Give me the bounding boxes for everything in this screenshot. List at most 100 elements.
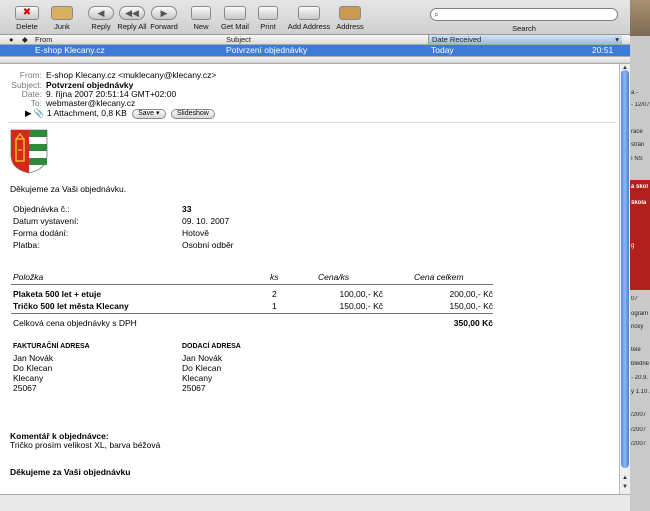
table-header-qty: ks (270, 272, 279, 282)
bg-text-16: /2007 (631, 412, 647, 418)
read-status-column-icon[interactable]: ● (9, 35, 14, 44)
message-row-selected[interactable]: E-shop Klecany.cz Potvrzení objednávky T… (0, 45, 630, 56)
bg-text-3: race (631, 129, 643, 135)
row-2-unit: 150,00,- Kč (339, 301, 383, 311)
message-scrollbar[interactable]: ▲ ▲ ▼ (619, 64, 630, 494)
new-button[interactable]: New (189, 6, 213, 31)
message-pane: From: E-shop Klecany.cz <muklecany@kleca… (0, 65, 619, 494)
reply-all-button[interactable]: ◀◀ Reply All (116, 6, 148, 31)
toolbar: ✖ Delete Junk ◀ Reply ◀◀ Reply All ▶ For… (0, 0, 630, 35)
delete-button[interactable]: ✖ Delete (8, 6, 46, 31)
message-subject: Potvrzení objednávky (226, 45, 308, 55)
junk-button[interactable]: Junk (47, 6, 77, 31)
issue-date-value: 09. 10. 2007 (182, 216, 230, 226)
attachment-info: 1 Attachment, 0,8 KB (46, 108, 127, 118)
closing-text: Děkujeme za Vaši objednávku (10, 467, 131, 477)
window-bottom-bar (0, 494, 630, 511)
paperclip-icon: 📎 (33, 108, 45, 118)
background-red-banner (630, 180, 650, 290)
forward-button[interactable]: ▶ Forward (148, 6, 180, 31)
to-label: To: (30, 98, 42, 108)
comment-text: Tričko prosím velikost XL, barva béžová (10, 440, 161, 450)
payment-label: Platba: (13, 240, 40, 250)
forward-icon: ▶ (151, 6, 177, 20)
bg-text-1: a - (631, 90, 639, 96)
klecany-coat-of-arms-icon (10, 129, 48, 174)
to-value[interactable]: webmaster@klecany.cz (46, 98, 135, 108)
table-header-unit-price: Cena/ks (318, 272, 350, 282)
printer-icon (258, 6, 278, 20)
delivery-line-2: Do Klecan (182, 363, 222, 373)
from-value[interactable]: E-shop Klecany.cz <muklecany@klecany.cz> (46, 70, 216, 80)
bg-text-14: - 20.9. (631, 375, 649, 381)
order-number-label: Objednávka č.: (13, 204, 70, 214)
background-photo (630, 0, 650, 36)
table-header-total: Cena celkem (414, 272, 464, 282)
search-icon: ⌕ (434, 10, 439, 19)
disclosure-triangle-icon[interactable]: ▶ (25, 108, 32, 118)
bg-text-7: škola (631, 200, 647, 206)
add-address-button[interactable]: Add Address (286, 6, 332, 31)
bg-text-2: - 12/07 (631, 102, 650, 108)
column-date-label: Date Received (432, 35, 482, 44)
bg-text-10: ogram (631, 311, 649, 317)
billing-line-4: 25067 (13, 383, 37, 393)
scroll-up-icon-bottom[interactable]: ▲ (621, 474, 629, 482)
address-button[interactable]: Address (334, 6, 366, 31)
search-input[interactable]: ⌕ (430, 8, 618, 21)
order-number-value: 33 (182, 204, 192, 214)
junk-icon (51, 6, 73, 20)
issue-date-label: Datum vystavení: (13, 216, 79, 226)
slideshow-button[interactable]: Slideshow (170, 108, 215, 119)
row-1-item: Plaketa 500 let + etuje (13, 289, 102, 299)
address-book-icon (339, 6, 361, 20)
delivery-form-value: Hotově (182, 228, 209, 238)
print-button[interactable]: Print (255, 6, 281, 31)
get-mail-button[interactable]: Get Mail (218, 6, 252, 31)
row-2-total: 150,00,- Kč (449, 301, 493, 311)
save-label: Save (138, 109, 155, 117)
bg-text-6: á škol (631, 184, 649, 190)
scroll-thumb[interactable] (621, 70, 629, 468)
billing-line-1: Jan Novák (13, 353, 54, 363)
print-label: Print (260, 22, 276, 31)
sort-descending-icon: ▾ (615, 35, 619, 44)
search-label: Search (512, 24, 536, 33)
delete-label: Delete (16, 22, 38, 31)
bg-text-12: tele (631, 347, 641, 353)
payment-value: Osobní odběr (182, 240, 234, 250)
add-contact-icon (298, 6, 320, 20)
row-2-qty: 1 (272, 301, 277, 311)
header-separator (8, 122, 616, 123)
background-web-page: a - - 12/07 race strán í NS á škol škola… (630, 0, 650, 511)
message-time: 20:51 (592, 45, 614, 55)
pane-divider[interactable] (0, 56, 630, 64)
column-date-received[interactable]: Date Received ▾ (428, 35, 622, 44)
column-subject[interactable]: Subject (226, 35, 251, 44)
flag-column-icon[interactable]: ◆ (22, 35, 28, 44)
billing-address-title: FAKTURAČNÍ ADRESA (13, 343, 90, 350)
bg-text-9: 07 (631, 296, 638, 302)
bg-text-11: rický (631, 324, 644, 330)
bg-text-18: /2007 (631, 441, 647, 447)
bg-text-8: g (631, 243, 635, 249)
reply-all-icon: ◀◀ (119, 6, 145, 20)
mail-window: ✖ Delete Junk ◀ Reply ◀◀ Reply All ▶ For… (0, 0, 650, 511)
total-label: Celková cena objednávky s DPH (13, 318, 137, 328)
message-date: Today (431, 45, 454, 55)
save-attachment-button[interactable]: Save ▾ (132, 108, 166, 119)
bg-text-15: y 1.10. (631, 389, 650, 395)
bg-text-5: í NS (631, 156, 643, 162)
row-1-unit: 100,00,- Kč (339, 289, 383, 299)
scroll-down-icon[interactable]: ▼ (621, 483, 629, 491)
bg-text-17: /2007 (631, 427, 647, 433)
reply-icon: ◀ (88, 6, 114, 20)
column-from[interactable]: From (35, 35, 53, 44)
bg-text-13: bledne (631, 361, 650, 367)
table-header-item: Položka (13, 272, 44, 282)
new-label: New (193, 22, 209, 31)
table-total-rule (11, 313, 493, 314)
bg-text-4: strán (631, 142, 645, 148)
row-2-item: Tričko 500 let města Klecany (13, 301, 129, 311)
reply-button[interactable]: ◀ Reply (86, 6, 116, 31)
